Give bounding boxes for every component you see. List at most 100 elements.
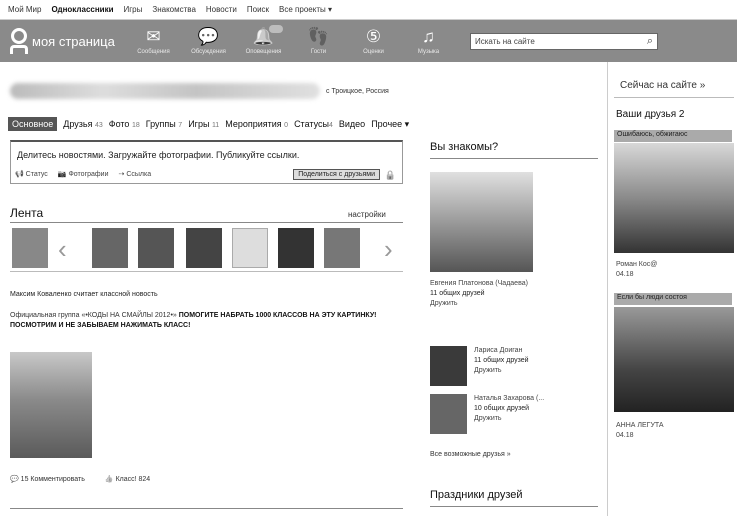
add-friend-link[interactable]: Дружить xyxy=(474,414,544,424)
add-friend-link[interactable]: Дружить xyxy=(430,299,540,309)
tab-friends[interactable]: Друзья 43 xyxy=(63,119,103,129)
tab-count: 0 xyxy=(284,122,289,129)
suggested-friend-name[interactable]: Наталья Захарова (... xyxy=(474,394,544,404)
toplink-my-world[interactable]: Мой Мир xyxy=(8,5,41,14)
tab-more[interactable]: Прочее ▾ xyxy=(371,119,409,130)
online-friend-age: 04.18 xyxy=(616,271,634,278)
strip-avatar[interactable] xyxy=(12,228,48,268)
maybe-know-divider xyxy=(430,158,598,159)
strip-avatar[interactable] xyxy=(138,228,174,268)
suggested-friend-name[interactable]: Лариса Доиган xyxy=(474,346,529,356)
link-button[interactable]: ⇢ Ссылка xyxy=(119,170,152,178)
tab-label: Основное xyxy=(12,119,54,129)
guests-icon: 👣 xyxy=(307,27,330,46)
online-friend-photo[interactable] xyxy=(614,143,734,253)
strip-avatar[interactable] xyxy=(324,228,360,268)
notifications-label: Оповещения xyxy=(245,49,282,55)
suggested-friend-info: Лариса Доиган 11 общих друзей Дружить xyxy=(474,346,529,376)
suggested-friend-mutual: 11 общих друзей xyxy=(474,357,529,364)
suggested-friend-row: Наталья Захарова (... 10 общих друзей Др… xyxy=(430,394,600,434)
ratings-label: Оценки xyxy=(363,49,384,55)
now-online-link[interactable]: Сейчас на сайте » xyxy=(620,80,705,91)
ratings-button[interactable]: ⑤ Оценки xyxy=(346,20,401,62)
suggested-friend-photo[interactable] xyxy=(430,394,467,434)
all-possible-friends-link[interactable]: Все возможные друзья » xyxy=(430,451,511,458)
online-friend-info: АННА ЛЕГУТА 04.18 xyxy=(616,421,664,441)
search-input[interactable] xyxy=(475,36,625,46)
friend-status-banner[interactable]: Ошибаюсь, обжигаюс xyxy=(614,130,732,142)
online-friend-photo[interactable] xyxy=(614,307,734,412)
post-input[interactable]: Делитесь новостями. Загружайте фотографи… xyxy=(17,150,299,160)
discussions-icon: 💬 xyxy=(197,27,220,46)
my-page-link[interactable]: моя страница xyxy=(8,28,126,54)
guests-button[interactable]: 👣 Гости xyxy=(291,20,346,62)
tab-count: 7 xyxy=(178,122,183,129)
online-friend-age: 04.18 xyxy=(616,432,634,439)
music-button[interactable]: ♫ Музыка xyxy=(401,20,456,62)
toplink-news[interactable]: Новости xyxy=(206,5,237,14)
suggested-friend-row: Лариса Доиган 11 общих друзей Дружить xyxy=(430,346,600,386)
like-button[interactable]: 👍 Класс! 824 xyxy=(105,475,150,483)
strip-avatar[interactable] xyxy=(92,228,128,268)
holidays-divider xyxy=(430,506,598,507)
discussions-label: Обсуждения xyxy=(191,49,226,55)
chevron-right-icon[interactable]: › xyxy=(384,234,393,264)
suggested-friend-info: Евгения Платонова (Чадаева) 11 общих дру… xyxy=(430,279,540,309)
feed-friends-strip: ‹ › xyxy=(10,226,403,272)
toplink-all-projects[interactable]: Все проекты ▾ xyxy=(279,5,332,14)
friend-status-banner[interactable]: Если бы люди состоя xyxy=(614,293,732,305)
messages-button[interactable]: ✉ Сообщения xyxy=(126,20,181,62)
tab-label: Фото xyxy=(108,119,130,129)
tab-label: Группы xyxy=(145,119,176,129)
discussions-button[interactable]: 💬 Обсуждения xyxy=(181,20,236,62)
tab-games[interactable]: Игры 11 xyxy=(188,119,219,129)
ok-logo-icon xyxy=(8,28,27,54)
tab-groups[interactable]: Группы 7 xyxy=(146,119,182,129)
messages-icon: ✉ xyxy=(146,27,161,46)
photos-button[interactable]: 📷 Фотографии xyxy=(58,170,109,178)
tab-count: 18 xyxy=(131,122,140,129)
status-button[interactable]: 📢 Статус xyxy=(15,170,48,178)
feed-author-line: Максим Коваленко считает классной новост… xyxy=(10,291,158,298)
notifications-button[interactable]: 🔔 Оповещения xyxy=(236,20,291,62)
chevron-left-icon[interactable]: ‹ xyxy=(58,234,67,264)
right-column-border xyxy=(607,62,608,516)
top-links-bar: Мой Мир Одноклассники Игры Знакомства Но… xyxy=(0,0,737,20)
toplink-odnoklassniki[interactable]: Одноклассники xyxy=(51,5,113,14)
profile-tabs: Основное Друзья 43 Фото 18 Группы 7 Игры… xyxy=(8,117,409,131)
toplink-games[interactable]: Игры xyxy=(124,5,143,14)
feed-bottom-divider xyxy=(10,508,403,509)
tab-label: Видео xyxy=(338,119,366,129)
feed-group-link[interactable]: Официальная группа «•КОДЫ НА СМАЙЛЫ 2012… xyxy=(10,312,177,319)
online-friend-name[interactable]: Роман Кос@ xyxy=(616,260,657,270)
suggested-friend-name[interactable]: Евгения Платонова (Чадаева) xyxy=(430,279,540,289)
tab-label: Мероприятия xyxy=(225,119,282,129)
suggested-friend-photo[interactable] xyxy=(430,172,533,272)
tab-events[interactable]: Мероприятия 0 xyxy=(225,119,288,129)
share-with-friends-button[interactable]: Поделиться с друзьями xyxy=(293,169,380,180)
feed-post-image[interactable] xyxy=(10,352,92,458)
profile-location: с Троицкое, Россия xyxy=(326,88,389,95)
suggested-friend-photo[interactable] xyxy=(430,346,467,386)
toplink-search[interactable]: Поиск xyxy=(247,5,269,14)
camera-icon: 📷 xyxy=(57,171,67,178)
toplink-dating[interactable]: Знакомства xyxy=(152,5,196,14)
maybe-know-title: Вы знакомы? xyxy=(430,141,499,153)
tab-photos[interactable]: Фото 18 xyxy=(109,119,140,129)
strip-avatar[interactable] xyxy=(186,228,222,268)
feed-settings-link[interactable]: настройки xyxy=(348,210,386,219)
link-icon: ⇢ xyxy=(118,171,125,178)
tab-video[interactable]: Видео xyxy=(339,119,365,129)
tab-statuses[interactable]: Статусы4 xyxy=(294,119,333,129)
comment-button[interactable]: 💬 15 Комментировать xyxy=(10,475,85,483)
comment-icon: 💬 xyxy=(10,476,19,483)
tab-main[interactable]: Основное xyxy=(8,117,58,131)
megaphone-icon: 📢 xyxy=(15,171,24,178)
post-composer: Делитесь новостями. Загружайте фотографи… xyxy=(10,140,403,184)
online-friend-name[interactable]: АННА ЛЕГУТА xyxy=(616,421,664,431)
search-icon[interactable]: ⌕ xyxy=(647,35,653,48)
lock-icon[interactable]: 🔒 xyxy=(385,170,396,181)
strip-avatar[interactable] xyxy=(232,228,268,268)
strip-avatar[interactable] xyxy=(278,228,314,268)
add-friend-link[interactable]: Дружить xyxy=(474,366,529,376)
